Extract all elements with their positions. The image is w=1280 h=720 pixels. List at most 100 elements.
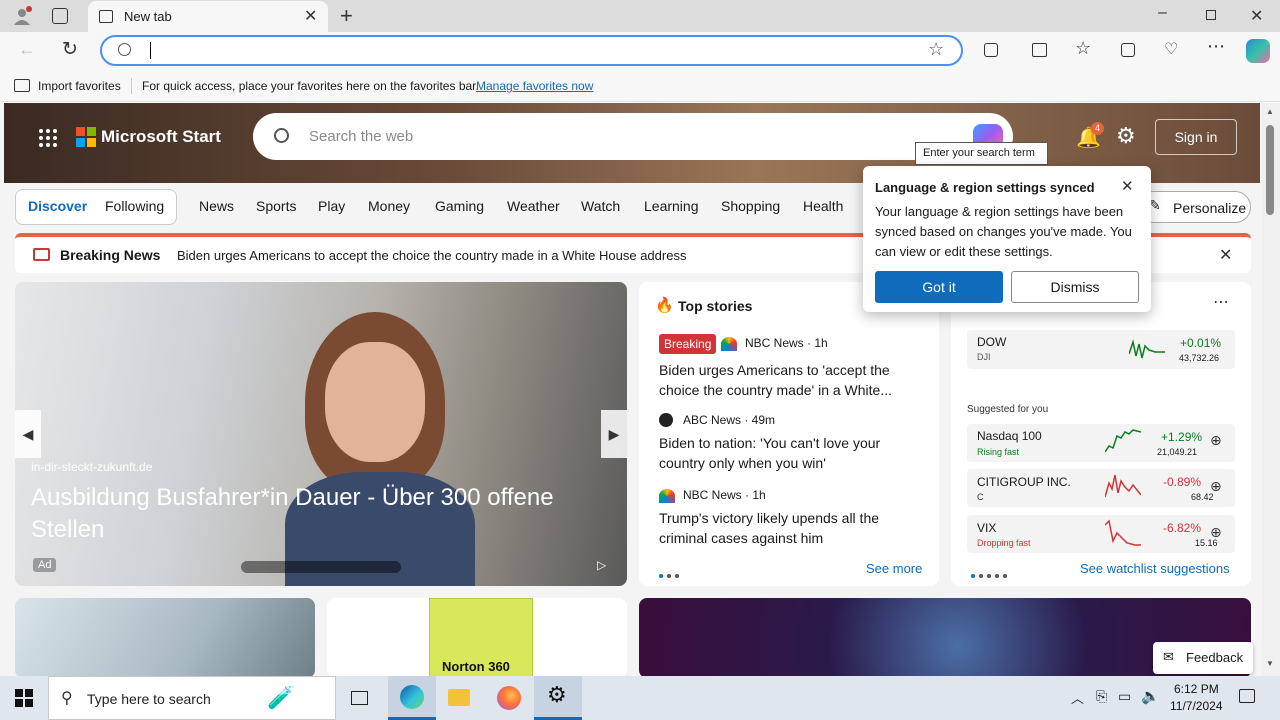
taskbar-search-box[interactable]: ⚲ Type here to search 🧪 <box>48 676 336 720</box>
apps-launcher-icon[interactable] <box>38 128 58 148</box>
sparkline-icon <box>1104 473 1142 501</box>
feedback-button[interactable]: ✉ Feedback <box>1153 642 1253 674</box>
collections-icon[interactable] <box>1121 43 1135 57</box>
nav-watch[interactable]: Watch <box>581 198 620 214</box>
close-tab-icon[interactable]: ✕ <box>304 6 317 26</box>
personalize-button[interactable]: ✎ Personalize <box>1138 191 1251 223</box>
refresh-icon[interactable]: ↻ <box>62 38 78 61</box>
address-bar[interactable]: ☆ <box>100 35 963 66</box>
clock-date[interactable]: 11/7/2024 <box>1170 699 1223 713</box>
settings-app-icon[interactable]: ⚙ <box>534 676 582 720</box>
firefox-icon[interactable] <box>497 686 521 710</box>
got-it-button[interactable]: Got it <box>875 271 1003 303</box>
carousel-next-button[interactable]: ▶ <box>601 410 627 458</box>
dismiss-button[interactable]: Dismiss <box>1011 271 1139 303</box>
more-options-icon[interactable]: ⋯ <box>1213 292 1229 312</box>
manage-favorites-link[interactable]: Manage favorites now <box>476 79 593 93</box>
more-menu-icon[interactable]: ⋯ <box>1207 36 1225 57</box>
taskbar-search-placeholder: Type here to search <box>87 691 211 707</box>
hero-title[interactable]: Ausbildung Busfahrer*in Dauer - Über 300… <box>31 482 591 546</box>
carousel-dots[interactable] <box>241 561 401 573</box>
watchlist-suggestions-link[interactable]: See watchlist suggestions <box>1080 561 1230 576</box>
copilot-icon[interactable] <box>1246 39 1270 63</box>
nav-learning[interactable]: Learning <box>644 198 699 214</box>
page-scrollbar[interactable]: ▲ ▼ <box>1262 103 1280 676</box>
favorite-star-icon[interactable]: ☆ <box>928 39 944 60</box>
ticker-row-citigroup[interactable]: CITIGROUP INC. C -0.89% 68.42 <box>967 469 1235 507</box>
ticker-row-vix[interactable]: VIX Dropping fast -6.82% 15.16 <box>967 515 1235 553</box>
breaking-news-text[interactable]: Biden urges Americans to accept the choi… <box>177 248 686 263</box>
back-icon[interactable]: ← <box>18 39 36 60</box>
norton-ad-card[interactable]: Norton 360 <box>327 598 627 676</box>
dismiss-label: Dismiss <box>1050 279 1100 295</box>
web-search-box[interactable]: Search the web <box>253 113 1013 160</box>
start-button[interactable] <box>0 676 48 720</box>
scroll-up-icon[interactable]: ▲ <box>1266 107 1274 116</box>
notification-badge: 4 <box>1091 122 1104 135</box>
task-view-icon[interactable] <box>351 691 368 705</box>
nav-play[interactable]: Play <box>318 198 345 214</box>
extensions-icon[interactable] <box>984 43 998 57</box>
add-to-watchlist-icon[interactable]: ⊕ <box>1210 432 1222 449</box>
ad-choices-icon[interactable]: ▷ <box>597 558 606 572</box>
tab-discover[interactable]: Discover <box>28 198 87 214</box>
got-it-label: Got it <box>922 279 956 295</box>
nav-health[interactable]: Health <box>803 198 843 214</box>
network-icon[interactable]: ⎘ <box>1096 688 1107 705</box>
tab-following[interactable]: Following <box>105 198 164 214</box>
favorites-hint: For quick access, place your favorites h… <box>142 79 479 93</box>
nav-weather[interactable]: Weather <box>507 198 560 214</box>
clock-time[interactable]: 6:12 PM <box>1174 682 1219 696</box>
carousel-prev-button[interactable]: ◀ <box>15 410 41 458</box>
import-favorites-link[interactable]: Import favorites <box>38 79 121 93</box>
edge-taskbar-icon[interactable] <box>388 676 436 720</box>
profile-icon[interactable] <box>12 6 32 26</box>
browser-essentials-icon[interactable]: ♡ <box>1164 39 1178 59</box>
close-icon[interactable]: ✕ <box>1219 245 1232 265</box>
file-explorer-icon[interactable] <box>448 689 470 706</box>
news-image-card[interactable] <box>15 598 315 676</box>
sign-in-button[interactable]: Sign in <box>1155 119 1237 155</box>
dow-row[interactable]: DOW DJI +0.01% 43,732.26 <box>967 330 1235 369</box>
ticker-name: VIX <box>977 521 997 535</box>
nav-gaming[interactable]: Gaming <box>435 198 484 214</box>
add-to-watchlist-icon[interactable]: ⊕ <box>1210 478 1222 495</box>
settings-gear-icon[interactable]: ⚙ <box>1116 123 1136 149</box>
split-screen-icon[interactable] <box>1032 43 1047 57</box>
pager-dots[interactable] <box>657 566 681 581</box>
title-bar: New tab ✕ + – ✕ <box>0 0 1280 32</box>
nav-shopping[interactable]: Shopping <box>721 198 780 214</box>
see-more-link[interactable]: See more <box>866 561 922 576</box>
nbc-logo-icon <box>659 489 675 503</box>
pager-dots[interactable] <box>969 566 1009 581</box>
sparkline-icon <box>1128 336 1165 362</box>
tab-new-tab[interactable]: New tab ✕ <box>88 1 328 32</box>
scroll-thumb[interactable] <box>1266 125 1274 215</box>
close-window-icon[interactable]: ✕ <box>1250 6 1263 26</box>
minimize-icon[interactable]: – <box>1158 4 1167 22</box>
tab-actions-icon[interactable] <box>52 8 68 24</box>
restore-icon[interactable] <box>1206 10 1216 20</box>
brand-name[interactable]: Microsoft Start <box>101 127 221 147</box>
norton-product-image: Norton 360 <box>429 598 533 676</box>
story-headline[interactable]: Trump's victory likely upends all the cr… <box>659 508 921 548</box>
hero-ad-card[interactable]: ◀ ▶ in-dir-steckt-zukunft.de Ausbildung … <box>15 282 627 586</box>
microsoft-logo-icon <box>76 127 96 147</box>
close-icon[interactable]: ✕ <box>1121 177 1134 195</box>
story-headline[interactable]: Biden urges Americans to 'accept the cho… <box>659 360 921 400</box>
story-headline[interactable]: Biden to nation: 'You can't love your co… <box>659 433 921 473</box>
volume-icon[interactable]: 🔈 <box>1141 687 1160 705</box>
nav-news[interactable]: News <box>199 198 234 214</box>
nav-sports[interactable]: Sports <box>256 198 296 214</box>
favorites-icon[interactable]: ☆ <box>1075 38 1091 59</box>
ticker-symbol: DJI <box>977 352 991 362</box>
ticker-row-nasdaq[interactable]: Nasdaq 100 Rising fast +1.29% 21,049.21 <box>967 424 1235 462</box>
show-hidden-icons[interactable]: ︿ <box>1071 688 1084 707</box>
notifications-center-icon[interactable] <box>1239 689 1255 703</box>
scroll-down-icon[interactable]: ▼ <box>1266 659 1274 668</box>
network-status-icon[interactable]: ▭ <box>1118 688 1131 705</box>
new-tab-icon[interactable]: + <box>340 3 353 29</box>
add-to-watchlist-icon[interactable]: ⊕ <box>1210 524 1222 541</box>
nav-money[interactable]: Money <box>368 198 410 214</box>
windows-taskbar: ⚲ Type here to search 🧪 ⚙ ︿ ⎘ ▭ 🔈 6:12 P… <box>0 676 1280 720</box>
